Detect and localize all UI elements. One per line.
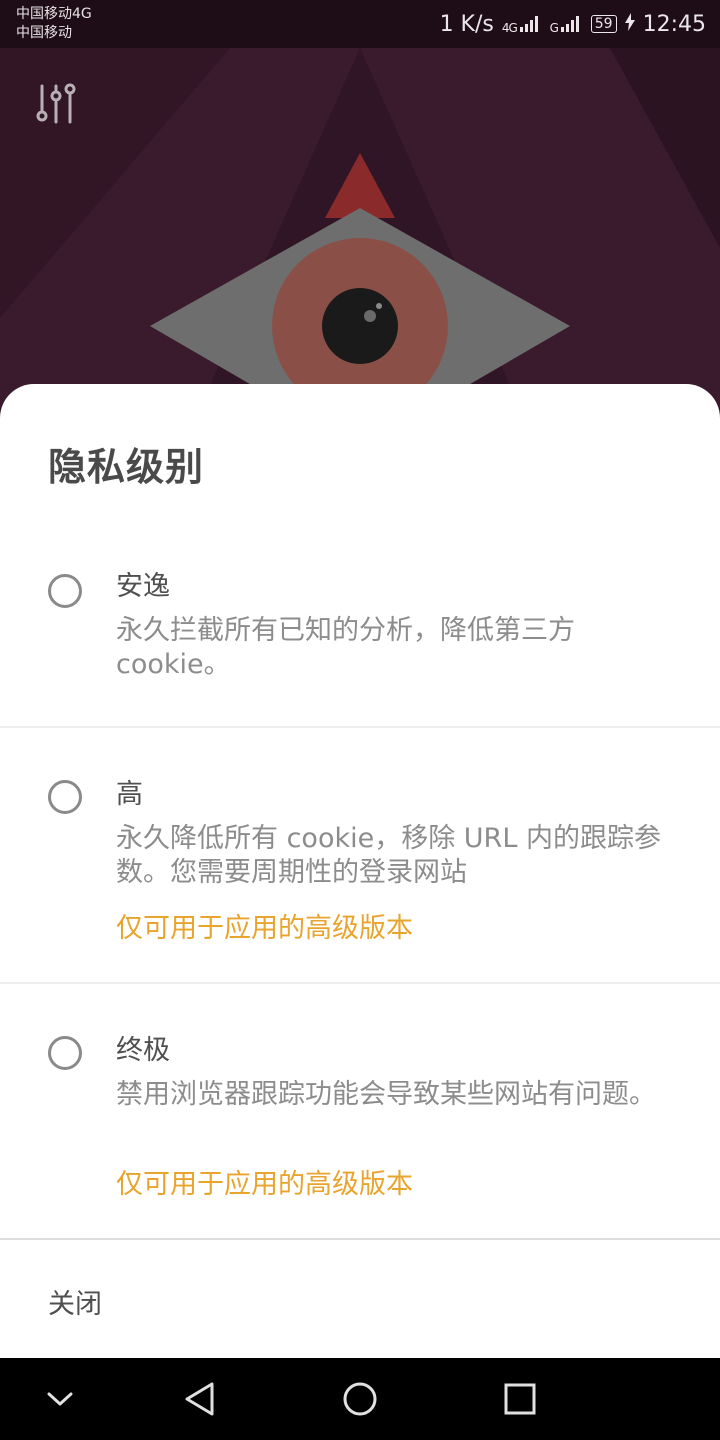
back-icon[interactable] bbox=[176, 1375, 224, 1423]
option-description: 永久降低所有 cookie，移除 URL 内的跟踪参数。您需要周期性的登录网站 bbox=[116, 823, 661, 888]
close-button[interactable]: 关闭 bbox=[48, 1282, 102, 1321]
privacy-option-relaxed[interactable]: 安逸 永久拦截所有已知的分析，降低第三方cookie。 bbox=[0, 544, 720, 726]
privacy-option-ultimate[interactable]: 终极 禁用浏览器跟踪功能会导致某些网站有问题。 仅可用于应用的高级版本 bbox=[0, 984, 720, 1238]
home-icon[interactable] bbox=[336, 1375, 384, 1423]
carrier-info: 中国移动4G 中国移动 bbox=[16, 5, 92, 43]
net-speed: 1 K/s bbox=[439, 11, 494, 37]
sim1-signal-icon: 4G bbox=[502, 14, 542, 35]
status-bar: 中国移动4G 中国移动 1 K/s 4G G 59 12:45 bbox=[0, 0, 720, 48]
radio-button[interactable] bbox=[48, 780, 82, 814]
privacy-option-high[interactable]: 高 永久降低所有 cookie，移除 URL 内的跟踪参数。您需要周期性的登录网… bbox=[0, 728, 720, 982]
navigation-bar bbox=[0, 1358, 720, 1440]
charging-icon bbox=[624, 12, 635, 37]
battery-icon: 59 bbox=[590, 15, 617, 33]
sim1-network-type: 4G bbox=[501, 20, 518, 35]
option-description: 永久拦截所有已知的分析，降低第三方cookie。 bbox=[116, 615, 575, 680]
carrier-1: 中国移动4G bbox=[16, 6, 92, 22]
clock: 12:45 bbox=[642, 11, 706, 37]
option-title: 安逸 bbox=[116, 571, 170, 602]
premium-note: 仅可用于应用的高级版本 bbox=[116, 913, 413, 944]
recents-icon[interactable] bbox=[496, 1375, 544, 1423]
chevron-down-icon[interactable] bbox=[36, 1375, 84, 1423]
sim2-signal-icon: G bbox=[550, 14, 583, 35]
radio-button[interactable] bbox=[48, 574, 82, 608]
divider bbox=[0, 1238, 720, 1240]
eye-illustration bbox=[0, 48, 720, 408]
sim2-network-type: G bbox=[549, 20, 559, 35]
radio-button[interactable] bbox=[48, 1036, 82, 1070]
option-title: 高 bbox=[116, 779, 143, 810]
option-description: 禁用浏览器跟踪功能会导致某些网站有问题。 bbox=[116, 1079, 656, 1110]
battery-level: 59 bbox=[594, 16, 613, 32]
status-indicators: 1 K/s 4G G 59 12:45 bbox=[440, 10, 706, 38]
privacy-level-sheet: 隐私级别 安逸 永久拦截所有已知的分析，降低第三方cookie。 高 永久降低所… bbox=[0, 384, 720, 1358]
sheet-title: 隐私级别 bbox=[48, 445, 205, 489]
premium-note: 仅可用于应用的高级版本 bbox=[116, 1169, 413, 1200]
sliders-icon[interactable] bbox=[32, 80, 80, 128]
carrier-2: 中国移动 bbox=[16, 25, 72, 41]
hero-illustration bbox=[0, 48, 720, 408]
option-title: 终极 bbox=[116, 1035, 170, 1066]
